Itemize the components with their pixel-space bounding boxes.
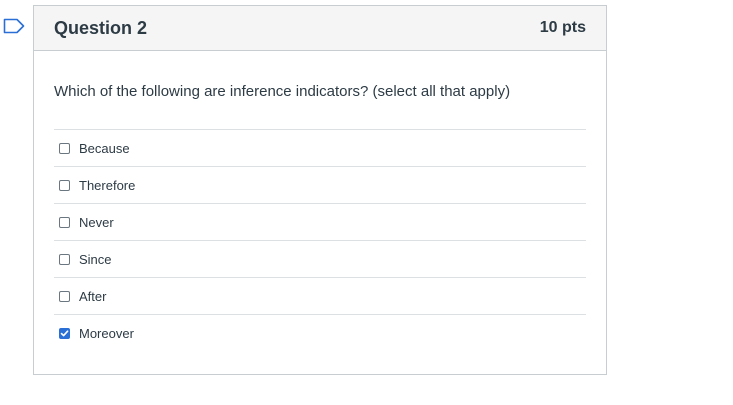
- question-title: Question 2: [54, 17, 148, 38]
- answer-option[interactable]: Never: [54, 203, 586, 240]
- answer-option[interactable]: Since: [54, 240, 586, 277]
- question-points: 10 pts: [539, 19, 586, 36]
- answer-option[interactable]: Because: [54, 129, 586, 166]
- checkmark-icon: [60, 329, 69, 336]
- answer-checkbox[interactable]: [59, 216, 70, 228]
- answer-label: Therefore: [79, 177, 136, 193]
- flag-question-icon[interactable]: [3, 18, 25, 34]
- answer-checkbox[interactable]: [59, 142, 70, 154]
- answer-label: Since: [79, 251, 112, 267]
- answer-label: After: [79, 288, 107, 304]
- question-card: Question 2 10 pts Which of the following…: [33, 5, 607, 375]
- answer-label: Moreover: [79, 325, 134, 341]
- answer-list: Because Therefore Never Since After More…: [54, 129, 586, 351]
- answer-checkbox[interactable]: [59, 327, 70, 339]
- question-body: Which of the following are inference ind…: [34, 83, 606, 351]
- answer-option[interactable]: Therefore: [54, 166, 586, 203]
- question-text: Which of the following are inference ind…: [54, 83, 511, 100]
- answer-checkbox[interactable]: [59, 253, 70, 265]
- answer-option[interactable]: Moreover: [54, 314, 586, 351]
- question-header: Question 2 10 pts: [34, 6, 606, 51]
- answer-option[interactable]: After: [54, 277, 586, 314]
- answer-checkbox[interactable]: [59, 179, 70, 191]
- answer-label: Because: [79, 140, 130, 156]
- answer-checkbox[interactable]: [59, 290, 70, 302]
- answer-label: Never: [79, 214, 114, 230]
